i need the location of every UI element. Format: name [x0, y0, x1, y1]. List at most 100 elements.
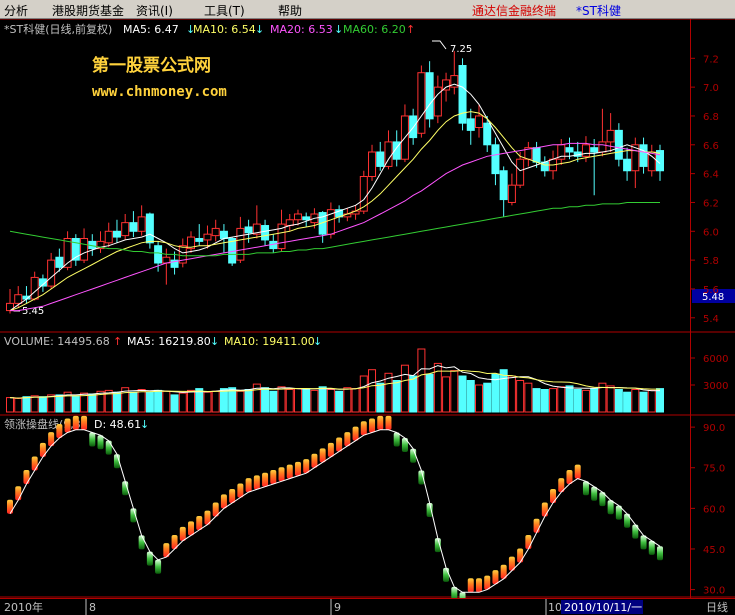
candle-down: [483, 122, 492, 146]
indicator-rise-marker: [64, 418, 71, 433]
menu-item-hk-futures[interactable]: 港股期货基金: [52, 2, 124, 19]
volume-bar: [293, 388, 302, 413]
volume-bar: [450, 370, 459, 413]
volume-bar: [22, 396, 31, 413]
volume-bar: [261, 387, 270, 413]
candle-down: [491, 144, 500, 175]
candle-up: [236, 227, 245, 261]
volume-bar: [359, 375, 368, 413]
date-tick-sep: 9: [334, 601, 341, 614]
candle-down: [219, 230, 228, 240]
indicator-panel: 领涨操盘线(9,3) D: 48.61 ↓ 90.075.060.045.030…: [4, 415, 725, 598]
watermark-site-name: 第一股票公式网: [92, 55, 211, 76]
candle-up: [211, 227, 220, 237]
indicator-rise-marker: [352, 426, 359, 441]
candle-up: [417, 72, 426, 134]
volume-bar: [351, 388, 360, 413]
price-axis-tick: 6.4: [703, 170, 719, 181]
candle-down: [112, 230, 121, 238]
indicator-rise-marker: [377, 415, 384, 430]
indicator-axis-tick: 60.0: [703, 504, 725, 515]
menu-item-news[interactable]: 资讯(I): [136, 2, 173, 19]
date-tick-year: 2010年: [4, 600, 43, 614]
candle-up: [433, 86, 442, 117]
menu-item-analysis[interactable]: 分析: [4, 2, 28, 19]
volume-bar: [335, 390, 344, 413]
indicator-axis-tick: 30.0: [703, 586, 725, 597]
indicator-rise-marker: [574, 464, 581, 479]
volume-bar: [590, 388, 599, 413]
candle-up: [80, 238, 89, 261]
volume-bar: [343, 387, 352, 413]
indicator-fall-marker: [155, 559, 162, 574]
current-stock-name[interactable]: *ST科健: [576, 2, 621, 19]
period-label[interactable]: 日线: [706, 600, 728, 614]
candle-up: [474, 115, 483, 128]
volume-bar: [211, 390, 220, 413]
menu-item-help[interactable]: 帮助: [278, 2, 302, 19]
app-brand: 通达信金融终端: [472, 4, 557, 18]
ma20-readout: MA20: 6.53: [270, 23, 333, 36]
candle-down: [590, 147, 599, 153]
volume-bar: [532, 388, 541, 413]
indicator-down-arrow-icon: ↓: [140, 418, 149, 431]
indicator-rise-marker: [179, 526, 186, 541]
indicator-fall-marker: [105, 440, 112, 455]
indicator-rise-marker: [245, 478, 252, 493]
menu-item-tools[interactable]: 工具(T): [204, 2, 245, 19]
volume-bar: [285, 389, 294, 413]
volume-bar: [516, 380, 525, 413]
volume-bar: [55, 394, 64, 413]
candle-up: [507, 184, 516, 203]
indicator-fall-marker: [582, 481, 589, 496]
indicator-axis-tick: 75.0: [703, 464, 725, 475]
indicator-fall-marker: [89, 432, 96, 447]
indicator-rise-marker: [23, 469, 30, 484]
indicator-rise-marker: [525, 534, 532, 549]
volume-bar: [269, 390, 278, 413]
indicator-rise-marker: [56, 423, 63, 438]
ma20-down-arrow-icon: ↓: [334, 23, 343, 36]
volume-bar: [310, 389, 319, 413]
volume-bar: [540, 389, 549, 413]
price-axis-tick: 5.4: [703, 314, 719, 325]
volume-bar: [499, 369, 508, 413]
candle-down: [145, 213, 154, 244]
indicator-rise-marker: [72, 415, 79, 430]
ma-line-ma60: [9, 202, 660, 257]
price-axis-tick: 5.8: [703, 256, 719, 267]
indicator-axis-tick: 90.0: [703, 423, 725, 434]
ma-line-ma10: [9, 111, 661, 312]
candle-up: [598, 141, 607, 153]
candle-up: [516, 158, 525, 186]
candle-down: [614, 129, 623, 160]
candle-up: [368, 151, 377, 178]
volume-bar: [425, 373, 434, 413]
candle-down: [302, 216, 311, 221]
indicator-rise-marker: [270, 469, 277, 484]
candle-down: [499, 170, 508, 201]
price-axis-tick: 6.0: [703, 227, 719, 238]
ma10-down-arrow-icon: ↓: [255, 23, 264, 36]
price-axis-tick: 5.6: [703, 285, 719, 296]
volume-bar: [647, 389, 656, 413]
indicator-rise-marker: [533, 518, 540, 533]
volume-panel-label: VOLUME: 14495.68: [4, 335, 110, 348]
indicator-rise-marker: [360, 421, 367, 436]
indicator-rise-marker: [541, 502, 548, 517]
volume-bar: [162, 390, 171, 413]
candle-up: [121, 222, 130, 237]
indicator-fall-marker: [640, 535, 647, 550]
indicator-fall-marker: [607, 500, 614, 515]
stock-chart[interactable]: *ST科健(日线,前复权) MA5: 6.47 MA10: 6.54 MA20:…: [0, 19, 735, 598]
indicator-rise-marker: [484, 575, 491, 590]
candle-up: [293, 213, 302, 221]
volume-bar: [112, 391, 121, 413]
candle-down: [565, 147, 574, 153]
indicator-fall-marker: [97, 435, 104, 450]
volume-bar: [71, 395, 80, 413]
candle-down: [244, 226, 253, 234]
candle-up: [104, 230, 113, 244]
candle-down: [376, 151, 385, 167]
volume-bar: [417, 348, 426, 413]
